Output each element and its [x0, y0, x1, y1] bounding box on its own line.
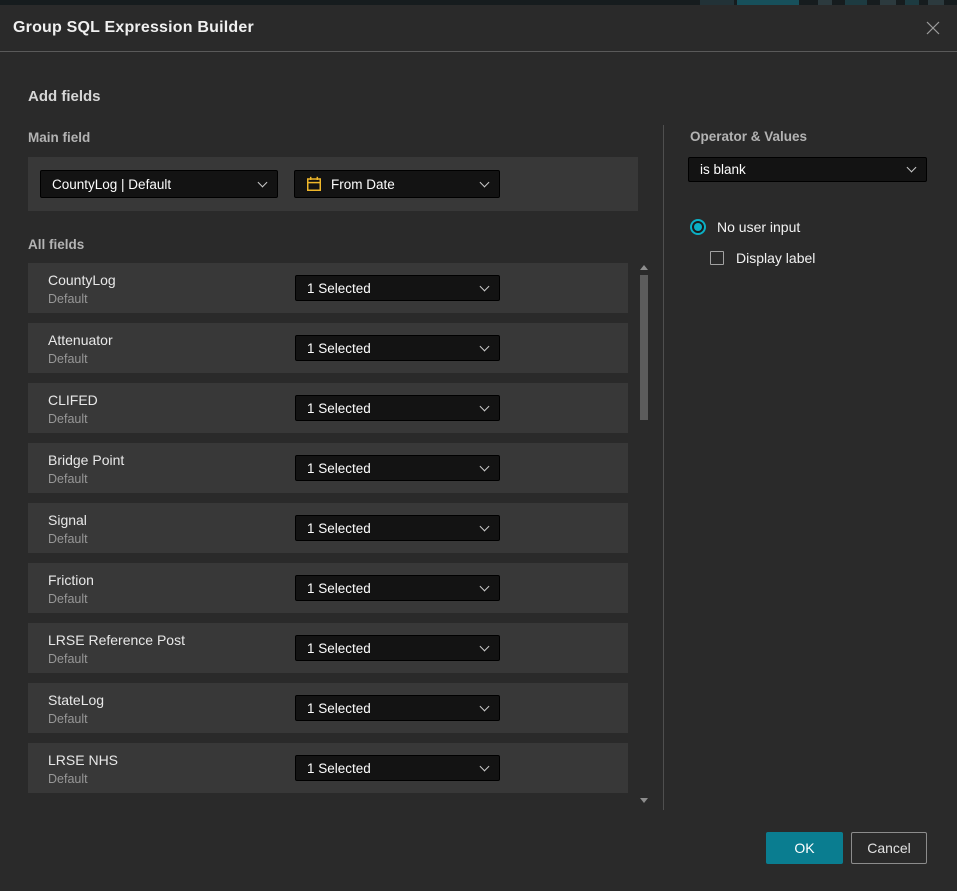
calendar-date-icon: [306, 176, 322, 192]
selected-count-label: 1 Selected: [307, 281, 371, 296]
chevron-down-icon: [480, 281, 490, 291]
field-subtitle: Default: [48, 292, 88, 306]
field-selected-dropdown[interactable]: 1 Selected: [295, 635, 500, 661]
field-selected-dropdown[interactable]: 1 Selected: [295, 695, 500, 721]
field-list-item-countylog[interactable]: CountyLog Default 1 Selected: [28, 263, 628, 313]
selected-count-label: 1 Selected: [307, 701, 371, 716]
ok-button[interactable]: OK: [766, 832, 843, 864]
selected-count-label: 1 Selected: [307, 461, 371, 476]
field-subtitle: Default: [48, 352, 88, 366]
operator-values-label: Operator & Values: [690, 129, 807, 144]
field-list-item-lrse-nhs[interactable]: LRSE NHS Default 1 Selected: [28, 743, 628, 793]
chevron-down-icon: [907, 163, 917, 173]
field-name: Bridge Point: [48, 452, 124, 468]
field-selected-dropdown[interactable]: 1 Selected: [295, 755, 500, 781]
dialog-header: Group SQL Expression Builder: [0, 5, 957, 52]
field-subtitle: Default: [48, 652, 88, 666]
field-subtitle: Default: [48, 532, 88, 546]
main-field-field-dropdown[interactable]: From Date: [294, 170, 500, 198]
panel-divider: [663, 125, 664, 810]
chevron-down-icon: [480, 701, 490, 711]
field-list-item-lrse-reference-post[interactable]: LRSE Reference Post Default 1 Selected: [28, 623, 628, 673]
selected-count-label: 1 Selected: [307, 761, 371, 776]
main-field-label: Main field: [28, 130, 90, 145]
field-subtitle: Default: [48, 712, 88, 726]
field-list-item-signal[interactable]: Signal Default 1 Selected: [28, 503, 628, 553]
field-list-item-clifed[interactable]: CLIFED Default 1 Selected: [28, 383, 628, 433]
chevron-down-icon: [258, 177, 268, 187]
chevron-down-icon: [480, 641, 490, 651]
field-name: Signal: [48, 512, 87, 528]
field-selected-dropdown[interactable]: 1 Selected: [295, 575, 500, 601]
chevron-down-icon: [480, 461, 490, 471]
field-selected-dropdown[interactable]: 1 Selected: [295, 275, 500, 301]
selected-count-label: 1 Selected: [307, 521, 371, 536]
chevron-down-icon: [480, 177, 490, 187]
field-name: StateLog: [48, 692, 104, 708]
field-subtitle: Default: [48, 472, 88, 486]
scrollbar-thumb[interactable]: [640, 275, 648, 420]
add-fields-heading: Add fields: [28, 88, 101, 105]
field-name: LRSE NHS: [48, 752, 118, 768]
cancel-button[interactable]: Cancel: [851, 832, 927, 864]
chevron-down-icon: [480, 581, 490, 591]
display-label-text: Display label: [736, 250, 815, 266]
field-subtitle: Default: [48, 412, 88, 426]
selected-count-label: 1 Selected: [307, 581, 371, 596]
all-fields-list: CountyLog Default 1 Selected Attenuator …: [28, 263, 628, 793]
chevron-down-icon: [480, 761, 490, 771]
radio-selected-icon: [690, 219, 706, 235]
dialog-title: Group SQL Expression Builder: [0, 19, 254, 37]
display-label-checkbox[interactable]: Display label: [710, 250, 815, 266]
close-button[interactable]: [921, 16, 945, 40]
field-name: CountyLog: [48, 272, 116, 288]
chevron-down-icon: [480, 341, 490, 351]
operator-dropdown[interactable]: is blank: [688, 157, 927, 182]
field-name: Attenuator: [48, 332, 113, 348]
field-list-item-bridge-point[interactable]: Bridge Point Default 1 Selected: [28, 443, 628, 493]
selected-count-label: 1 Selected: [307, 641, 371, 656]
field-list-item-attenuator[interactable]: Attenuator Default 1 Selected: [28, 323, 628, 373]
no-user-input-label: No user input: [717, 219, 800, 235]
selected-count-label: 1 Selected: [307, 401, 371, 416]
no-user-input-radio[interactable]: No user input: [690, 219, 800, 235]
selected-count-label: 1 Selected: [307, 341, 371, 356]
list-scrollbar[interactable]: [639, 263, 649, 805]
field-list-item-statelog[interactable]: StateLog Default 1 Selected: [28, 683, 628, 733]
field-name: LRSE Reference Post: [48, 632, 185, 648]
x-icon: [925, 20, 941, 36]
operator-dropdown-value: is blank: [700, 162, 746, 177]
chevron-down-icon: [480, 521, 490, 531]
field-selected-dropdown[interactable]: 1 Selected: [295, 455, 500, 481]
field-list-item-friction[interactable]: Friction Default 1 Selected: [28, 563, 628, 613]
field-subtitle: Default: [48, 772, 88, 786]
field-subtitle: Default: [48, 592, 88, 606]
source-dropdown-value: CountyLog | Default: [52, 177, 171, 192]
scroll-down-icon[interactable]: [640, 798, 648, 803]
field-selected-dropdown[interactable]: 1 Selected: [295, 335, 500, 361]
scroll-up-icon[interactable]: [640, 265, 648, 270]
field-name: Friction: [48, 572, 94, 588]
field-name: CLIFED: [48, 392, 98, 408]
field-dropdown-value: From Date: [331, 177, 395, 192]
field-selected-dropdown[interactable]: 1 Selected: [295, 395, 500, 421]
main-field-source-dropdown[interactable]: CountyLog | Default: [40, 170, 278, 198]
all-fields-label: All fields: [28, 237, 84, 252]
chevron-down-icon: [480, 401, 490, 411]
field-selected-dropdown[interactable]: 1 Selected: [295, 515, 500, 541]
checkbox-unchecked-icon: [710, 251, 724, 265]
